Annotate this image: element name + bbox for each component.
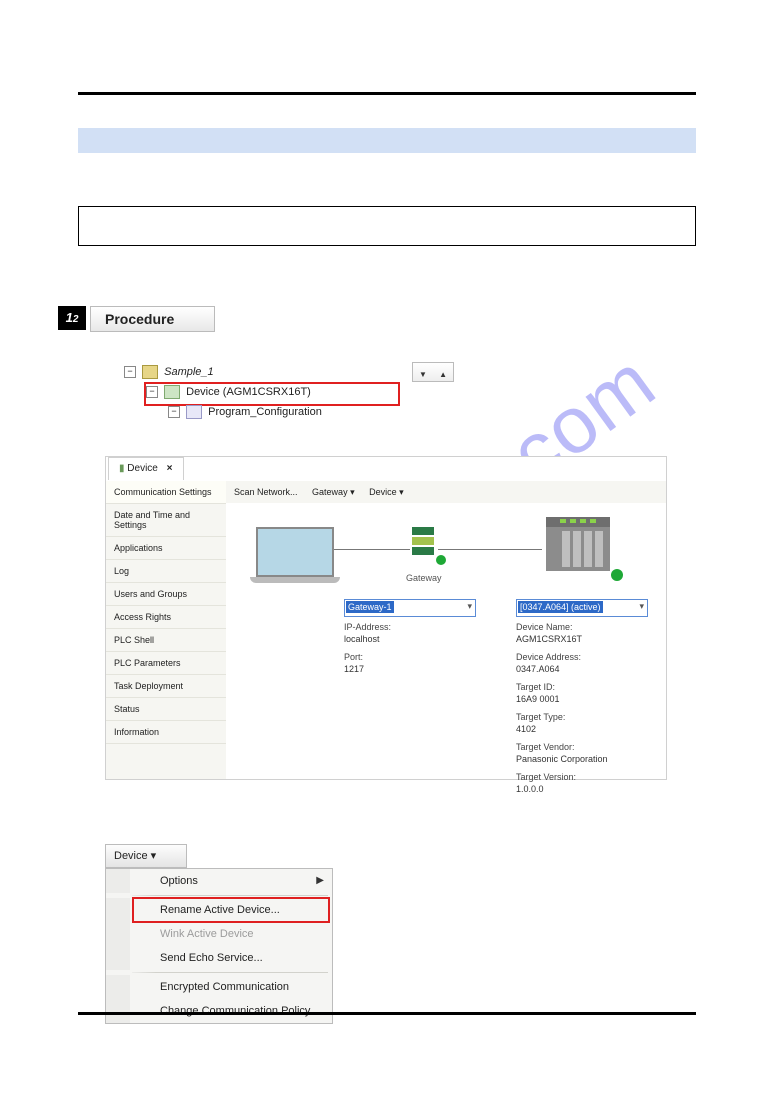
menu-body: Options ▶ Rename Active Device... Wink A… <box>105 868 333 1024</box>
sidebar-item-information[interactable]: Information <box>106 721 226 744</box>
menu-separator <box>132 895 328 896</box>
ttype-label: Target Type: <box>516 712 565 722</box>
tree-device-label: Device (AGM1CSRX16T) <box>186 386 311 398</box>
tree-device-row[interactable]: − Device (AGM1CSRX16T) <box>120 382 410 402</box>
device-tree[interactable]: − Sample_1 − Device (AGM1CSRX16T) − Prog… <box>120 362 410 432</box>
device-toolbar: Scan Network... Gateway ▾ Device ▾ <box>226 481 666 504</box>
menu-change-comm-policy[interactable]: Change Communication Policy... <box>106 999 332 1023</box>
gateway-label: Gateway <box>406 573 442 583</box>
step-num: 1 <box>66 310 73 325</box>
step-sub: 2 <box>73 314 79 325</box>
port-value: 1217 <box>344 663 391 675</box>
device-context-menu: Device ▾ Options ▶ Rename Active Device.… <box>105 844 333 1024</box>
menu-encrypted-comm[interactable]: Encrypted Communication <box>106 975 332 999</box>
sidebar-item-applications[interactable]: Applications <box>106 537 226 560</box>
sidebar-item-status[interactable]: Status <box>106 698 226 721</box>
tree-nav-arrows[interactable] <box>412 362 454 382</box>
tab-label: Device <box>127 463 158 474</box>
gateway-dropdown[interactable]: Gateway ▾ <box>312 487 355 497</box>
connector-line <box>334 549 410 550</box>
tab-device[interactable]: ▮ Device × <box>108 457 184 480</box>
comm-settings-pane: Gateway Gateway-1 [0347.A064] (active) I… <box>226 503 666 779</box>
submenu-arrow-icon: ▶ <box>316 869 324 893</box>
tree-program-label: Program_Configuration <box>208 406 322 418</box>
ip-label: IP-Address: <box>344 622 391 632</box>
step-number-badge: 12 <box>58 306 86 330</box>
gateway-combo-value: Gateway-1 <box>346 601 394 613</box>
tab-icon: ▮ <box>119 463 125 474</box>
scan-network-button[interactable]: Scan Network... <box>234 487 298 497</box>
info-box <box>78 206 696 246</box>
tver-label: Target Version: <box>516 772 576 782</box>
gateway-info: IP-Address: localhost Port: 1217 <box>344 621 391 675</box>
device-window: ▮ Device × Communication Settings Date a… <box>105 456 667 780</box>
menu-wink-active-device: Wink Active Device <box>106 922 332 946</box>
project-icon <box>142 365 158 379</box>
rule-top <box>78 92 696 95</box>
tver-value: 1.0.0.0 <box>516 783 608 795</box>
menu-options[interactable]: Options ▶ <box>106 869 332 893</box>
tid-value: 16A9 0001 <box>516 693 608 705</box>
menu-options-label: Options <box>160 875 198 887</box>
menu-rename-active-device[interactable]: Rename Active Device... <box>106 898 332 922</box>
window-tabbar: ▮ Device × <box>106 457 666 482</box>
sidebar-item-task-deploy[interactable]: Task Deployment <box>106 675 226 698</box>
tree-program-row[interactable]: − Program_Configuration <box>120 402 410 422</box>
gateway-combo[interactable]: Gateway-1 <box>344 599 476 617</box>
sidebar-item-comm-settings[interactable]: Communication Settings <box>106 481 226 504</box>
device-info: Device Name: AGM1CSRX16T Device Address:… <box>516 621 608 795</box>
devname-value: AGM1CSRX16T <box>516 633 608 645</box>
tree-root-row[interactable]: − Sample_1 <box>120 362 410 382</box>
devname-label: Device Name: <box>516 622 573 632</box>
device-combo-value: [0347.A064] (active) <box>518 601 603 613</box>
menu-separator <box>132 972 328 973</box>
sidebar-item-access[interactable]: Access Rights <box>106 606 226 629</box>
sidebar-item-users[interactable]: Users and Groups <box>106 583 226 606</box>
tven-label: Target Vendor: <box>516 742 575 752</box>
close-icon[interactable]: × <box>167 463 173 474</box>
devaddr-label: Device Address: <box>516 652 581 662</box>
ttype-value: 4102 <box>516 723 608 735</box>
laptop-icon <box>256 527 334 577</box>
devaddr-value: 0347.A064 <box>516 663 608 675</box>
settings-sidebar: Communication Settings Date and Time and… <box>106 481 227 779</box>
port-label: Port: <box>344 652 363 662</box>
tree-root-label: Sample_1 <box>164 366 214 378</box>
sidebar-item-plc-shell[interactable]: PLC Shell <box>106 629 226 652</box>
connector-line <box>438 549 542 550</box>
device-combo[interactable]: [0347.A064] (active) <box>516 599 648 617</box>
device-icon <box>164 385 180 399</box>
menu-send-echo[interactable]: Send Echo Service... <box>106 946 332 970</box>
collapse-icon[interactable]: − <box>124 366 136 378</box>
sidebar-item-plc-params[interactable]: PLC Parameters <box>106 652 226 675</box>
device-dropdown[interactable]: Device ▾ <box>369 487 404 497</box>
rule-bottom <box>78 1012 696 1015</box>
collapse-icon[interactable]: − <box>146 386 158 398</box>
gateway-icon <box>412 527 434 561</box>
sidebar-item-datetime[interactable]: Date and Time and Settings <box>106 504 226 537</box>
step-title: Procedure <box>105 311 174 327</box>
collapse-icon[interactable]: − <box>168 406 180 418</box>
sidebar-item-log[interactable]: Log <box>106 560 226 583</box>
tid-label: Target ID: <box>516 682 555 692</box>
menu-header[interactable]: Device ▾ <box>105 844 187 868</box>
tven-value: Panasonic Corporation <box>516 753 608 765</box>
program-icon <box>186 405 202 419</box>
ip-value: localhost <box>344 633 391 645</box>
step-title-box: Procedure <box>90 306 215 332</box>
section-bar <box>78 128 696 153</box>
plc-icon <box>546 517 610 571</box>
